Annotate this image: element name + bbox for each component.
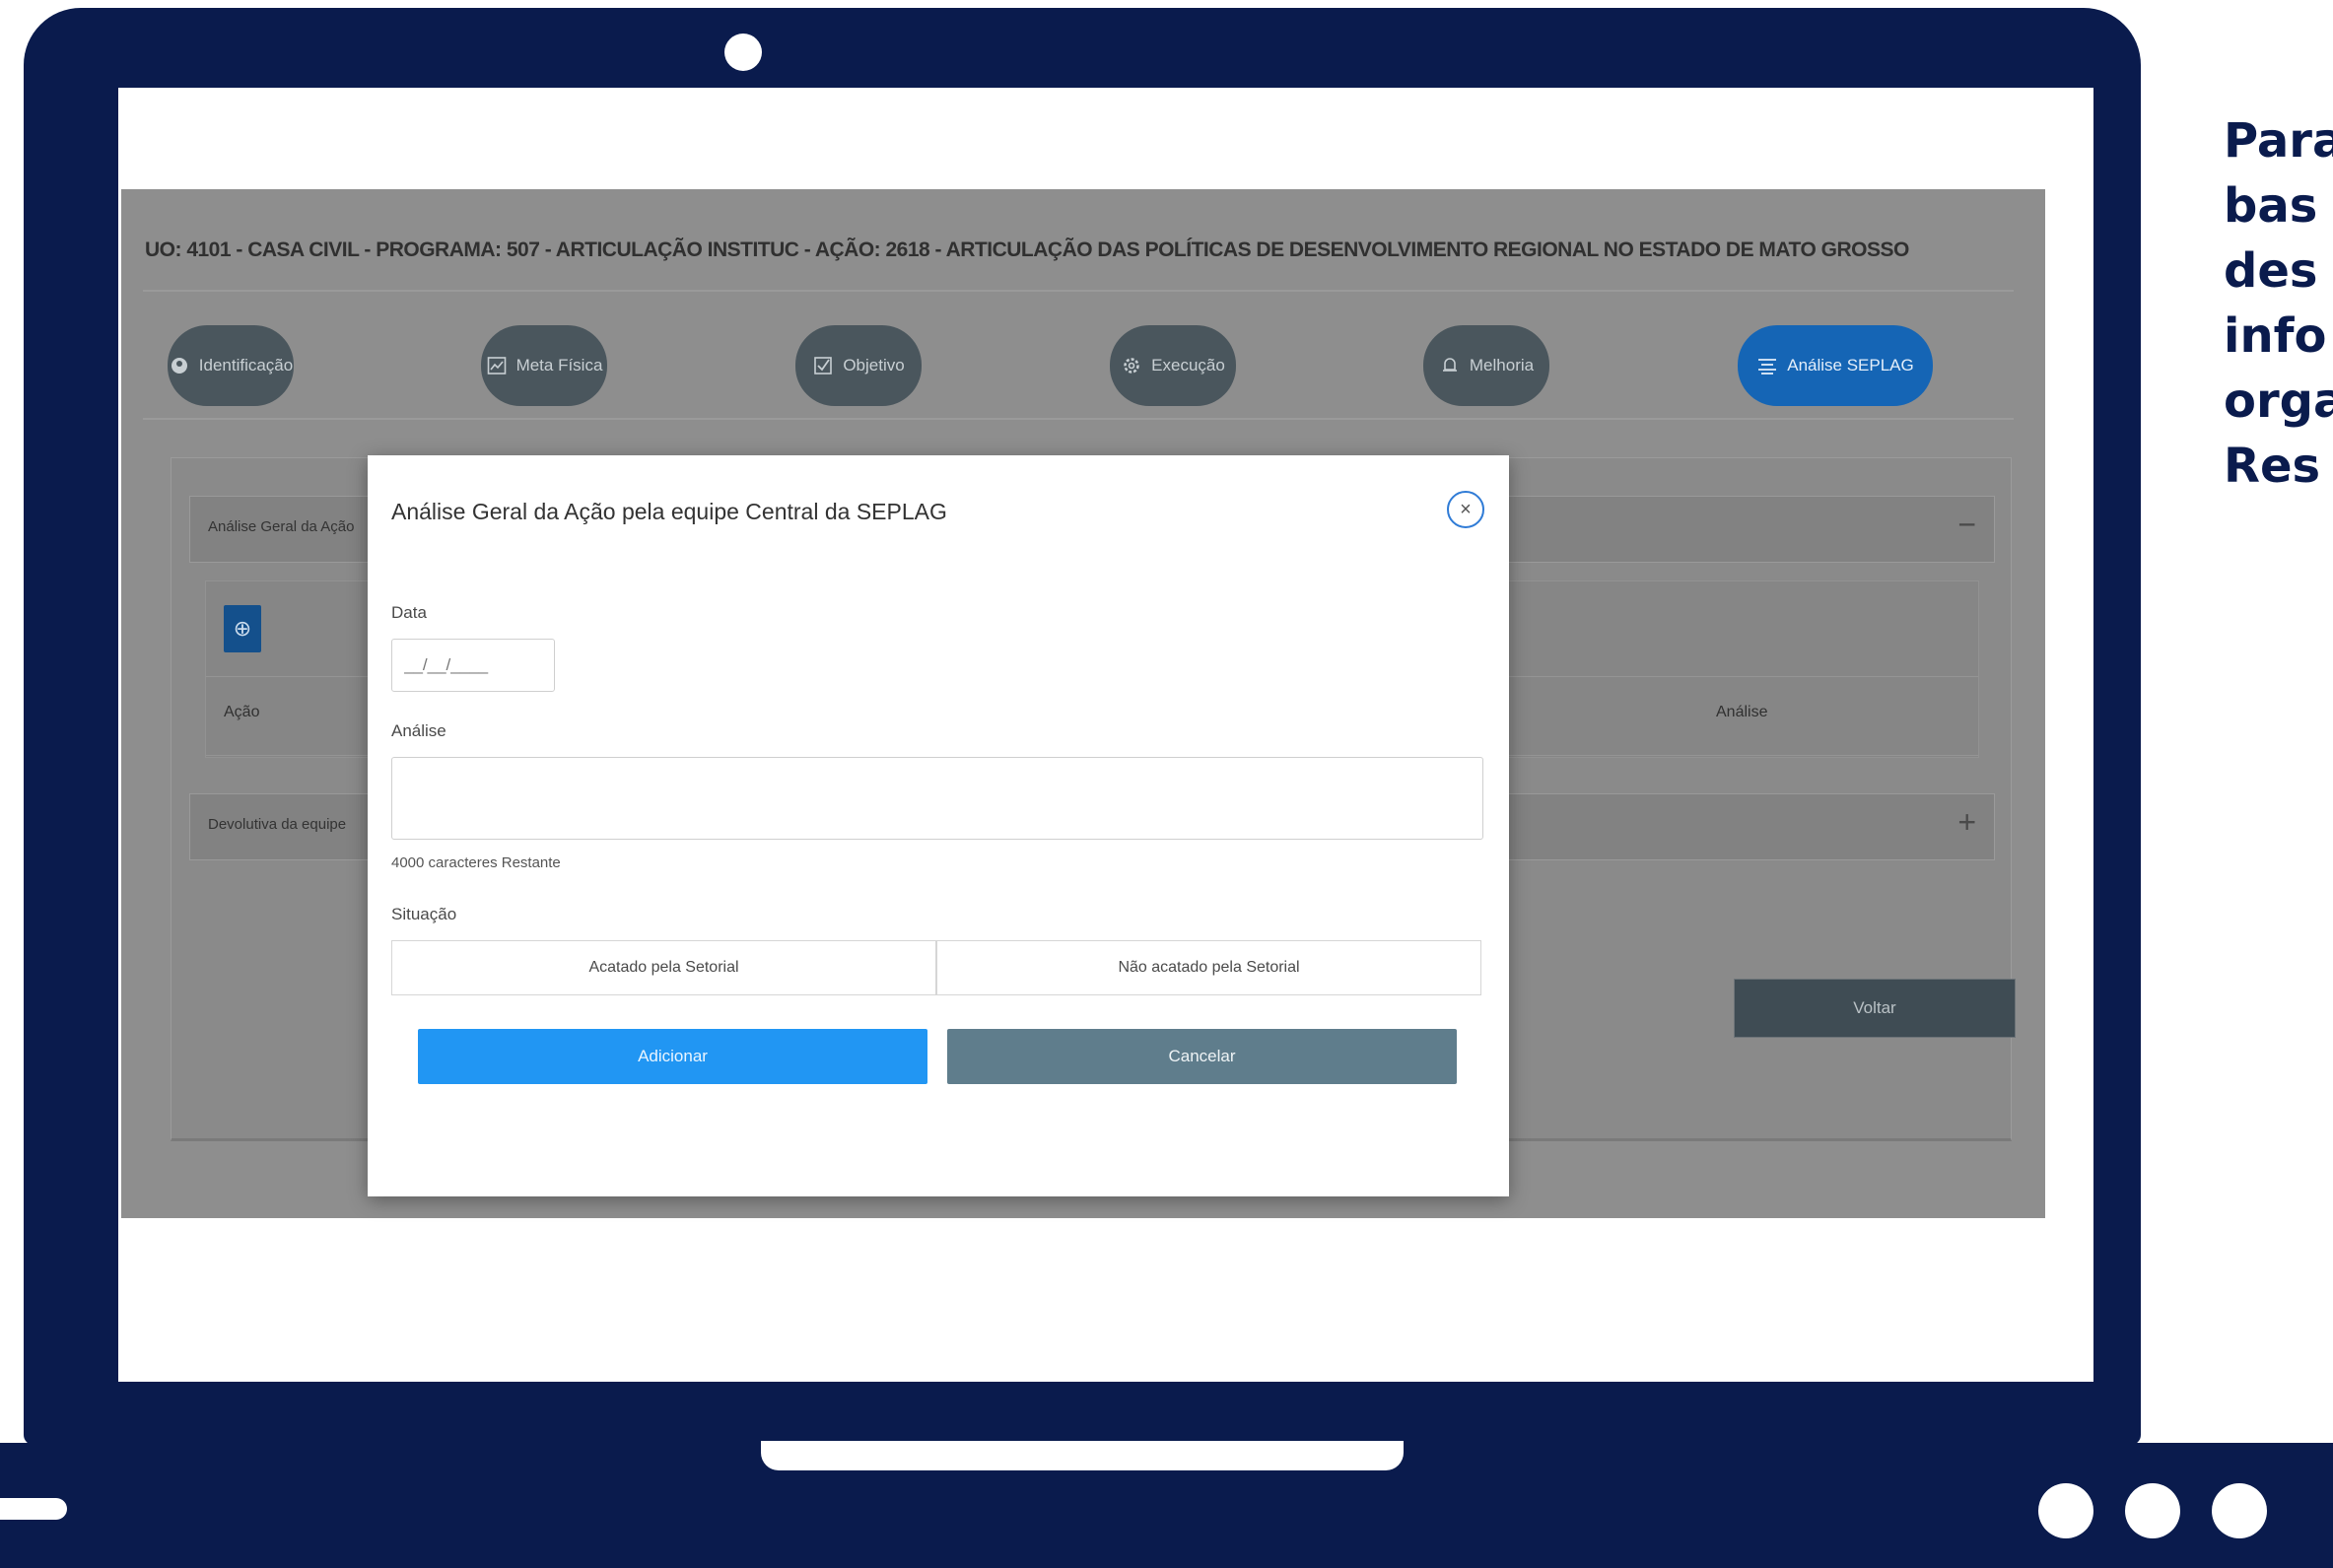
side-heading-line: info	[2224, 308, 2327, 364]
modal-title: Análise Geral da Ação pela equipe Centra…	[391, 499, 947, 524]
tab-objetivo[interactable]: Objetivo	[795, 325, 922, 406]
gear-icon	[1121, 355, 1142, 376]
tab-label: Melhoria	[1469, 356, 1535, 375]
laptop-notch	[761, 1441, 1404, 1470]
accordion-title: Análise Geral da Ação	[208, 518, 355, 535]
side-heading-line: orga	[2224, 374, 2333, 429]
situacao-label: Situação	[391, 905, 457, 923]
analise-modal: Análise Geral da Ação pela equipe Centra…	[368, 455, 1509, 1196]
page-title: UO: 4101 - CASA CIVIL - PROGRAMA: 507 - …	[145, 239, 1909, 261]
list-icon	[1756, 355, 1778, 376]
column-header-acao: Ação	[224, 704, 260, 720]
camera-dot	[724, 34, 762, 71]
voltar-button[interactable]: Voltar	[1734, 979, 2016, 1038]
divider	[143, 290, 2014, 292]
decorative-dot	[2212, 1483, 2267, 1538]
add-row-button[interactable]: ⊕	[224, 605, 261, 652]
chart-line-icon	[486, 355, 508, 376]
situacao-option-nao-acatado[interactable]: Não acatado pela Setorial	[936, 940, 1481, 995]
close-icon[interactable]: ×	[1447, 491, 1484, 528]
cancelar-button[interactable]: Cancelar	[947, 1029, 1457, 1084]
collapse-icon[interactable]: −	[1957, 507, 1976, 543]
tab-execucao[interactable]: Execução	[1110, 325, 1236, 406]
accordion-title: Devolutiva da equipe	[208, 816, 347, 833]
tab-melhoria[interactable]: Melhoria	[1423, 325, 1549, 406]
decorative-dash	[0, 1498, 67, 1520]
analise-label: Análise	[391, 721, 446, 740]
column-header-analise: Análise	[1716, 704, 1768, 720]
tab-analise-seplag[interactable]: Análise SEPLAG	[1738, 325, 1933, 406]
tab-meta-fisica[interactable]: Meta Física	[481, 325, 607, 406]
bell-icon	[1439, 355, 1461, 376]
side-heading-line: Res	[2224, 439, 2321, 494]
side-heading-line: bas	[2224, 178, 2318, 234]
adicionar-button[interactable]: Adicionar	[418, 1029, 927, 1084]
situacao-option-acatado[interactable]: Acatado pela Setorial	[391, 940, 936, 995]
expand-icon[interactable]: +	[1957, 804, 1976, 841]
chars-remaining: 4000 caracteres Restante	[391, 854, 561, 871]
tab-label: Análise SEPLAG	[1787, 356, 1914, 375]
decorative-dot	[2038, 1483, 2093, 1538]
tab-identificacao[interactable]: Identificação	[168, 325, 294, 406]
side-heading: Para bas des info orga Res	[2224, 108, 2333, 499]
tab-label: Meta Física	[515, 356, 603, 375]
side-heading-line: des	[2224, 243, 2318, 299]
analise-textarea[interactable]	[391, 757, 1483, 840]
tab-label: Execução	[1151, 356, 1225, 375]
date-field[interactable]	[391, 639, 555, 692]
tab-label: Objetivo	[843, 356, 905, 375]
decorative-dot	[2125, 1483, 2180, 1538]
side-heading-line: Para	[2224, 113, 2333, 169]
id-badge-icon	[169, 355, 190, 376]
divider	[143, 418, 2014, 420]
checkbox-icon	[812, 355, 834, 376]
tab-label: Identificação	[198, 356, 294, 375]
data-label: Data	[391, 603, 427, 622]
